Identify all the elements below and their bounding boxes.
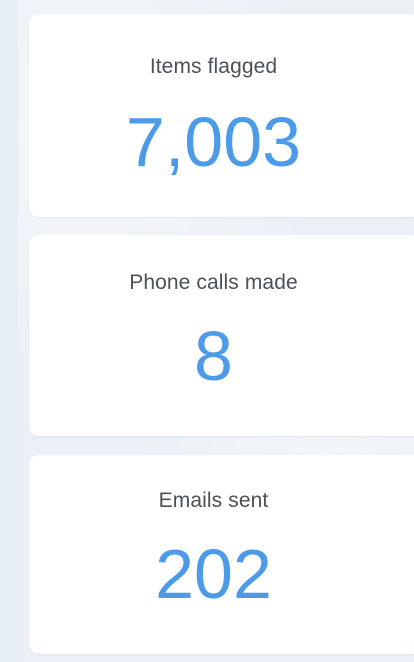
stat-value: 7,003 (125, 103, 302, 181)
panel-left-edge (0, 0, 18, 662)
stats-panel: Items flagged 7,003 Phone calls made 8 E… (0, 0, 414, 662)
stat-card-phone-calls-made: Phone calls made 8 (29, 235, 414, 436)
stat-value: 202 (155, 535, 272, 613)
stat-label: Phone calls made (129, 271, 298, 294)
stat-card-emails-sent: Emails sent 202 (29, 455, 414, 654)
stat-card-items-flagged: Items flagged 7,003 (29, 14, 414, 217)
stat-value: 8 (194, 317, 233, 395)
stat-label: Emails sent (158, 489, 269, 512)
stat-label: Items flagged (149, 55, 278, 78)
